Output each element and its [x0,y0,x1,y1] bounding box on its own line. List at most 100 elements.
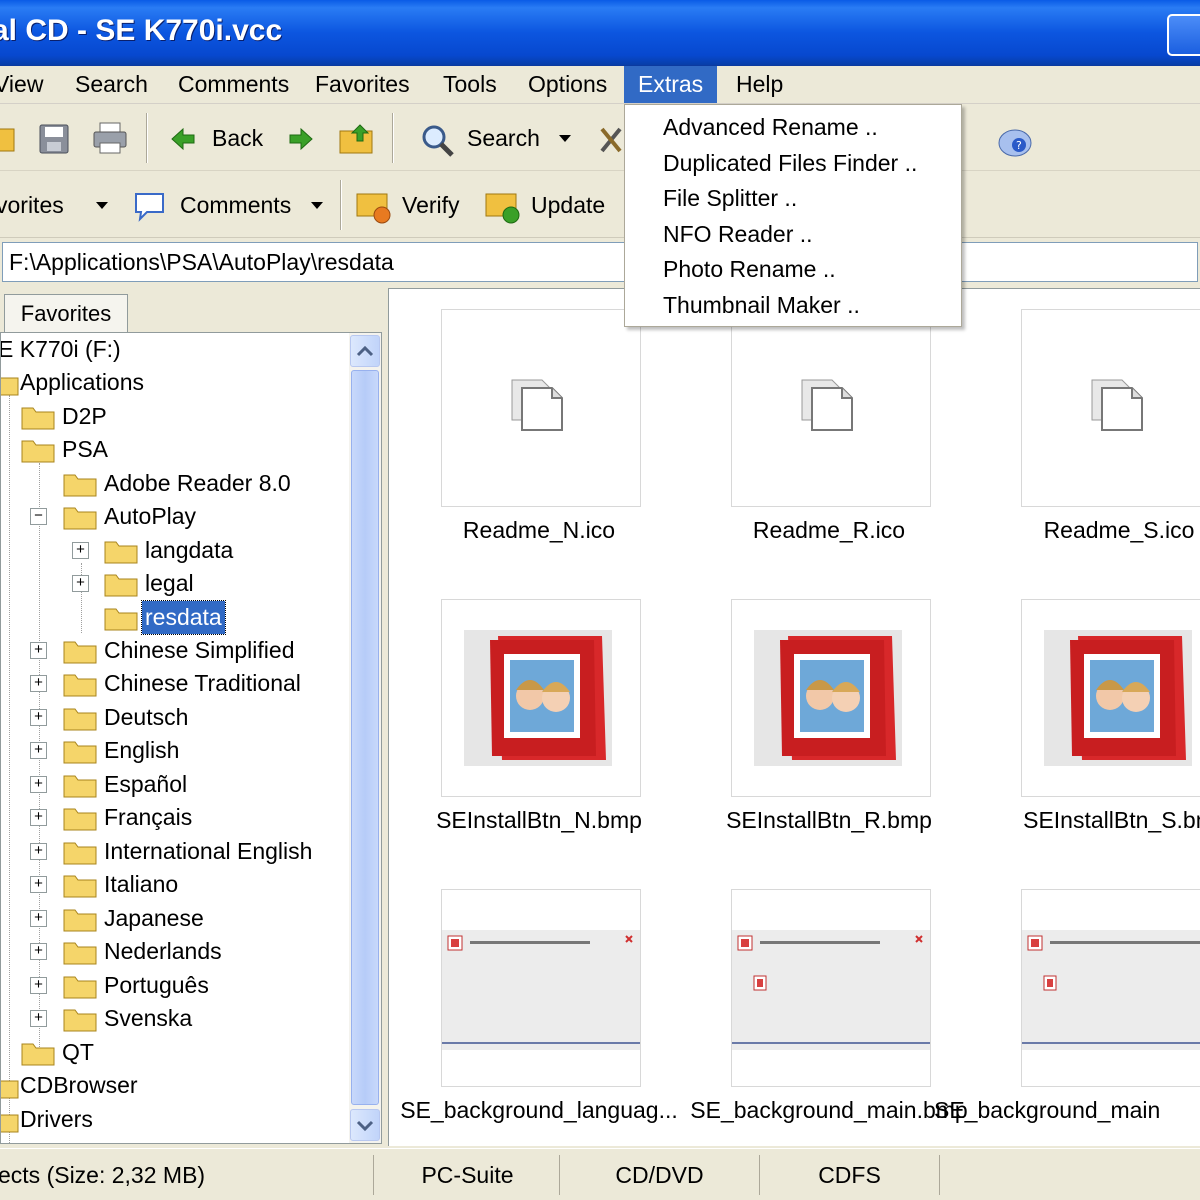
search-button-label[interactable]: Search [467,125,540,152]
tree-item-chinese-traditional[interactable]: Chinese Traditional [63,667,304,700]
tree-item-adobe-reader[interactable]: Adobe Reader 8.0 [63,467,294,500]
scroll-up-button[interactable] [350,335,380,367]
expand-toggle[interactable]: + [30,675,47,692]
menu-tools[interactable]: Tools [435,66,505,103]
comment-icon[interactable] [133,190,167,222]
expand-toggle[interactable]: + [30,843,47,860]
folder-icon [21,407,55,430]
menu-view[interactable]: View [0,66,51,103]
file-tile[interactable]: SEInstallBtn_S.bm [969,579,1200,839]
print-icon[interactable] [92,121,128,155]
favorites-button-label[interactable]: vorites [0,192,64,219]
menu-favorites[interactable]: Favorites [307,66,418,103]
photo-album-image [464,630,612,766]
open-folder-icon[interactable] [0,123,16,153]
tree-item-langdata[interactable]: langdata [104,534,236,567]
file-tile[interactable]: SEInstallBtn_N.bmp [389,579,669,839]
expand-toggle[interactable]: + [30,977,47,994]
tree-item-francais[interactable]: Français [63,801,195,834]
tree-item-drive[interactable]: E K770i (F:) [1,333,124,366]
menu-item-photo-rename[interactable]: Photo Rename .. [625,252,961,288]
menu-help[interactable]: Help [728,66,791,103]
comments-button-label[interactable]: Comments [180,192,291,219]
chevron-down-icon[interactable] [96,202,108,209]
expand-toggle[interactable]: + [30,809,47,826]
tree-item-legal[interactable]: legal [104,567,197,600]
file-thumbnail [731,599,931,797]
menu-item-thumbnail-maker[interactable]: Thumbnail Maker .. [625,288,961,324]
expand-toggle[interactable]: + [30,910,47,927]
menu-item-file-splitter[interactable]: File Splitter .. [625,181,961,217]
back-arrow-icon[interactable] [170,127,196,151]
file-tile[interactable]: Readme_R.ico [679,289,959,549]
expand-toggle[interactable]: + [30,776,47,793]
tree-item-applications[interactable]: Applications [1,366,147,399]
file-tile[interactable]: SEInstallBtn_R.bmp [679,579,959,839]
tab-favorites[interactable]: Favorites [4,294,128,332]
tree-item-international-english[interactable]: International English [63,835,315,868]
address-field[interactable]: F:\Applications\PSA\AutoPlay\resdata [2,242,1198,282]
chevron-down-icon[interactable] [311,202,323,209]
help-icon[interactable]: ? [995,123,1035,159]
tree-item-portugues[interactable]: Português [63,969,212,1002]
tree-item-qt[interactable]: QT [21,1036,97,1069]
tree-item-english[interactable]: English [63,734,182,767]
expand-toggle[interactable]: + [72,575,89,592]
file-tile[interactable]: SE_background_languag... [389,869,678,1129]
file-tile[interactable]: SE_background_main [934,869,1200,1129]
photo-album-image [754,630,902,766]
expand-toggle[interactable]: + [30,876,47,893]
scroll-thumb[interactable] [351,370,379,1105]
back-button-label[interactable]: Back [212,125,263,152]
tree-item-nederlands[interactable]: Nederlands [63,935,225,968]
expand-toggle[interactable]: + [72,542,89,559]
update-button-label[interactable]: Update [531,192,605,219]
dialog-background-image [1022,930,1200,1050]
tree-item-chinese-simplified[interactable]: Chinese Simplified [63,634,297,667]
tree-item-deutsch[interactable]: Deutsch [63,701,191,734]
expand-toggle[interactable]: + [30,709,47,726]
expand-toggle[interactable]: + [30,742,47,759]
expand-toggle[interactable]: + [30,943,47,960]
tree-item-espanol[interactable]: Español [63,768,190,801]
tree-item-d2p[interactable]: D2P [21,400,110,433]
tree-item-italiano[interactable]: Italiano [63,868,181,901]
scroll-down-button[interactable] [350,1109,380,1141]
menu-comments[interactable]: Comments [170,66,297,103]
verify-icon[interactable] [355,188,393,224]
file-tile[interactable]: Readme_N.ico [389,289,669,549]
file-tile[interactable]: Readme_S.ico [969,289,1200,549]
menu-search[interactable]: Search [67,66,156,103]
collapse-toggle[interactable]: − [30,508,47,525]
tools-icon[interactable] [598,123,626,155]
update-icon[interactable] [484,188,522,224]
expand-toggle[interactable]: + [30,642,47,659]
secondary-toolbar: vorites Comments Verify Update [0,172,1200,238]
save-icon[interactable] [38,123,70,155]
menu-options[interactable]: Options [520,66,615,103]
menu-item-duplicated-files-finder[interactable]: Duplicated Files Finder .. [625,146,961,182]
window-control-button[interactable] [1167,14,1200,56]
tree-item-japanese[interactable]: Japanese [63,902,207,935]
tree-item-drivers[interactable]: Drivers [1,1103,96,1136]
chevron-down-icon[interactable] [559,135,571,142]
menu-item-advanced-rename[interactable]: Advanced Rename .. [625,110,961,146]
expand-toggle[interactable]: + [30,1010,47,1027]
tree-item-cdbrowser[interactable]: CDBrowser [1,1069,141,1102]
menu-extras[interactable]: Extras [624,66,718,103]
search-icon[interactable] [420,123,456,157]
menu-item-nfo-reader[interactable]: NFO Reader .. [625,217,961,253]
forward-arrow-icon[interactable] [288,127,314,151]
tree-scrollbar[interactable] [349,333,381,1143]
file-thumbnail [731,889,931,1087]
verify-button-label[interactable]: Verify [402,192,460,219]
file-tile[interactable]: SE_background_main.bmp [679,869,968,1129]
tree-item-svenska[interactable]: Svenska [63,1002,195,1035]
tree-item-autoplay[interactable]: AutoPlay [63,500,199,533]
title-bar: al CD - SE K770i.vcc [0,0,1200,66]
folder-icon [63,708,97,731]
tree-item-psa[interactable]: PSA [21,433,111,466]
tree-item-resdata[interactable]: resdata [104,600,226,635]
folder-up-icon[interactable] [338,121,374,155]
folder-icon [63,909,97,932]
